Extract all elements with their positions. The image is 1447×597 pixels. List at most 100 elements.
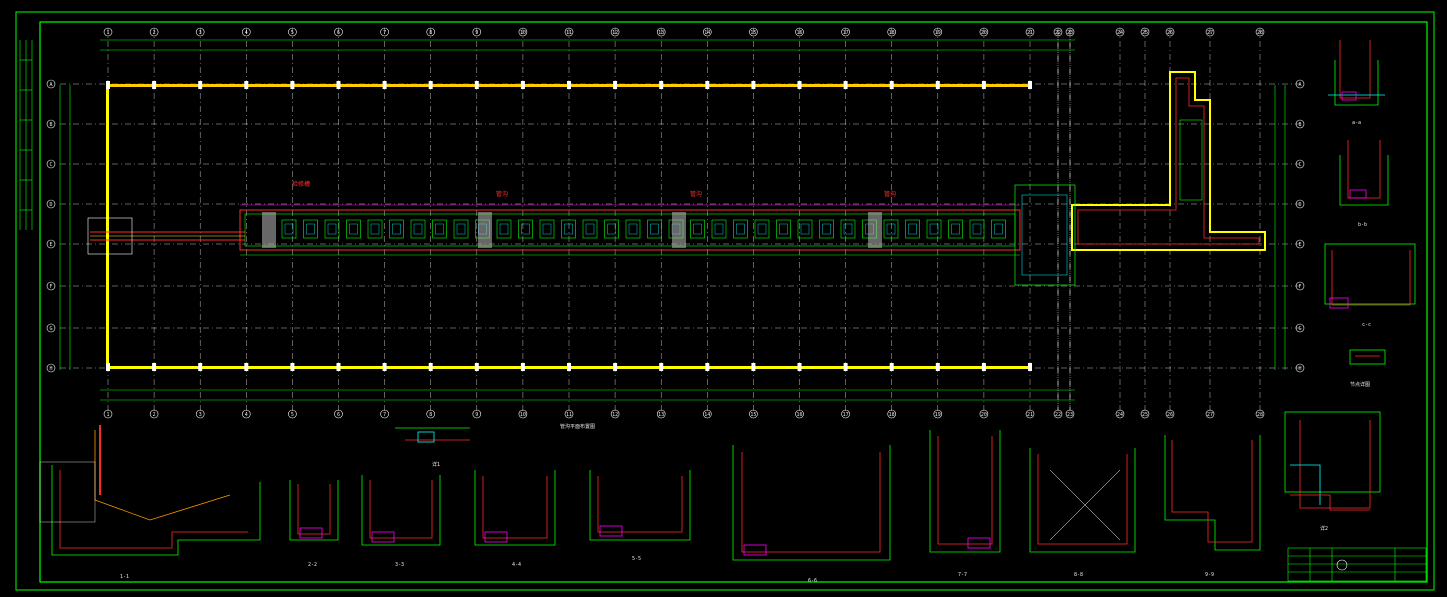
section-7-7: 7-7: [929, 430, 1001, 578]
svg-text:14: 14: [704, 412, 710, 418]
svg-text:10: 10: [520, 412, 526, 418]
svg-text:H: H: [1298, 366, 1301, 372]
svg-text:C: C: [1298, 162, 1301, 168]
column-marker: [336, 81, 341, 89]
column-marker: [1028, 363, 1032, 371]
svg-text:1: 1: [106, 412, 109, 418]
svg-text:21: 21: [1027, 30, 1033, 36]
trench-cell: [410, 219, 426, 239]
axis-bubble-bottom: 22: [1053, 409, 1063, 419]
column-marker: [244, 81, 249, 89]
svg-text:D: D: [1298, 202, 1301, 208]
column-marker: [935, 81, 940, 89]
svg-text:2: 2: [153, 30, 156, 36]
axis-bubble-top: 13: [656, 27, 666, 37]
detail-b-label: b-b: [1358, 222, 1367, 228]
trench-cell: [690, 219, 705, 239]
section-6-6: 6-6: [732, 445, 891, 584]
section-3-3: 3-3: [361, 475, 441, 568]
axis-bubble-top: 27: [1205, 27, 1215, 37]
axis-bubble-left: F: [46, 281, 56, 291]
axis-bubble-top: 18: [887, 27, 897, 37]
trench-cell: [582, 219, 598, 239]
column-marker: [520, 363, 525, 371]
axis-bubble-left: E: [46, 239, 56, 249]
svg-text:7: 7: [383, 30, 386, 36]
svg-text:F: F: [1298, 284, 1301, 290]
svg-text:3: 3: [199, 30, 202, 36]
section-9-9-label: 9-9: [1205, 572, 1214, 578]
axis-bubble-top: 19: [933, 27, 943, 37]
column-marker: [751, 363, 756, 371]
l-trench: [1014, 30, 1266, 410]
svg-text:24: 24: [1117, 30, 1123, 36]
axis-bubble-bottom: 19: [933, 409, 943, 419]
detail-a: a-a: [1328, 40, 1385, 126]
pipe-trench: [87, 204, 1021, 256]
column-marker: [198, 363, 203, 371]
svg-text:A: A: [49, 82, 52, 88]
svg-text:1: 1: [106, 30, 109, 36]
section-detail-1-label: 详1: [432, 461, 440, 468]
axis-bubble-bottom: 23: [1065, 409, 1075, 419]
trench-cell: [389, 219, 404, 239]
column-marker: [428, 81, 433, 89]
svg-text:9: 9: [475, 412, 478, 418]
axis-bubble-bottom: 8: [426, 409, 436, 419]
trench-cell: [733, 219, 748, 239]
svg-text:B: B: [1298, 122, 1301, 128]
svg-text:E: E: [1298, 242, 1301, 248]
axis-bubble-bottom: 9: [472, 409, 482, 419]
axis-bubble-top: 9: [472, 27, 482, 37]
axis-bubble-top: 25: [1140, 27, 1150, 37]
axis-bubble-bottom: 6: [334, 409, 343, 419]
svg-text:6: 6: [337, 30, 340, 36]
svg-text:19: 19: [935, 30, 941, 36]
axis-bubble-top: 7: [380, 27, 389, 37]
svg-text:G: G: [1298, 326, 1301, 332]
svg-text:27: 27: [1207, 30, 1213, 36]
detail-c: c-c: [1324, 243, 1416, 328]
section-detail-1: 详1: [395, 427, 470, 468]
axis-bubble-bottom: 25: [1140, 409, 1150, 419]
axis-bubble-top: 10: [518, 27, 528, 37]
svg-text:26: 26: [1167, 30, 1173, 36]
trench-cell: [883, 219, 899, 239]
axis-bubble-left: B: [46, 119, 56, 129]
svg-text:D: D: [49, 202, 52, 208]
cad-drawing: 1 2 3 4 5 6 7 8 9 10 11 12 13 14 15 16 17 18 19 20 21 22 23 24 2…: [15, 11, 1435, 591]
section-7-7-label: 7-7: [958, 572, 967, 578]
svg-text:15: 15: [750, 412, 756, 418]
svg-text:10: 10: [520, 30, 526, 36]
trench-cell: [367, 219, 383, 239]
column-marker: [152, 363, 157, 371]
svg-text:5: 5: [291, 412, 294, 418]
svg-text:26: 26: [1167, 412, 1173, 418]
section-9-9: 9-9: [1164, 435, 1261, 578]
detail-d: [1284, 411, 1381, 509]
axis-bubble-left: A: [46, 79, 56, 89]
trench-cell: [797, 219, 813, 239]
column-marker: [613, 81, 618, 89]
trench-cell: [453, 219, 469, 239]
outer-frame: [15, 11, 1435, 591]
section-8-8-label: 8-8: [1074, 572, 1083, 578]
right-details: a-a b-b c-c 节点详图: [1284, 40, 1416, 509]
axis-bubble-bottom: 21: [1025, 409, 1035, 419]
trench-cell: [346, 219, 361, 239]
column-marker: [520, 81, 525, 89]
svg-text:20: 20: [981, 412, 987, 418]
trench-cell: [991, 219, 1006, 239]
sections-row: 1-1 2-2 3-3 4-4 5-5 6-6 7-7 8-8 9-9 详1 详…: [39, 425, 1370, 584]
column-marker: [567, 363, 571, 371]
trench-cell: [754, 219, 770, 239]
trench-cell: [539, 219, 555, 239]
svg-text:B: B: [49, 122, 52, 128]
svg-text:18: 18: [889, 412, 895, 418]
section-8-8: 8-8: [1029, 448, 1136, 578]
section-1-1: 1-1: [39, 425, 261, 580]
column-marker: [705, 363, 710, 371]
inner-frame: [39, 21, 1428, 583]
trench-cell: [324, 219, 340, 239]
axis-bubble-top: 14: [702, 27, 712, 37]
